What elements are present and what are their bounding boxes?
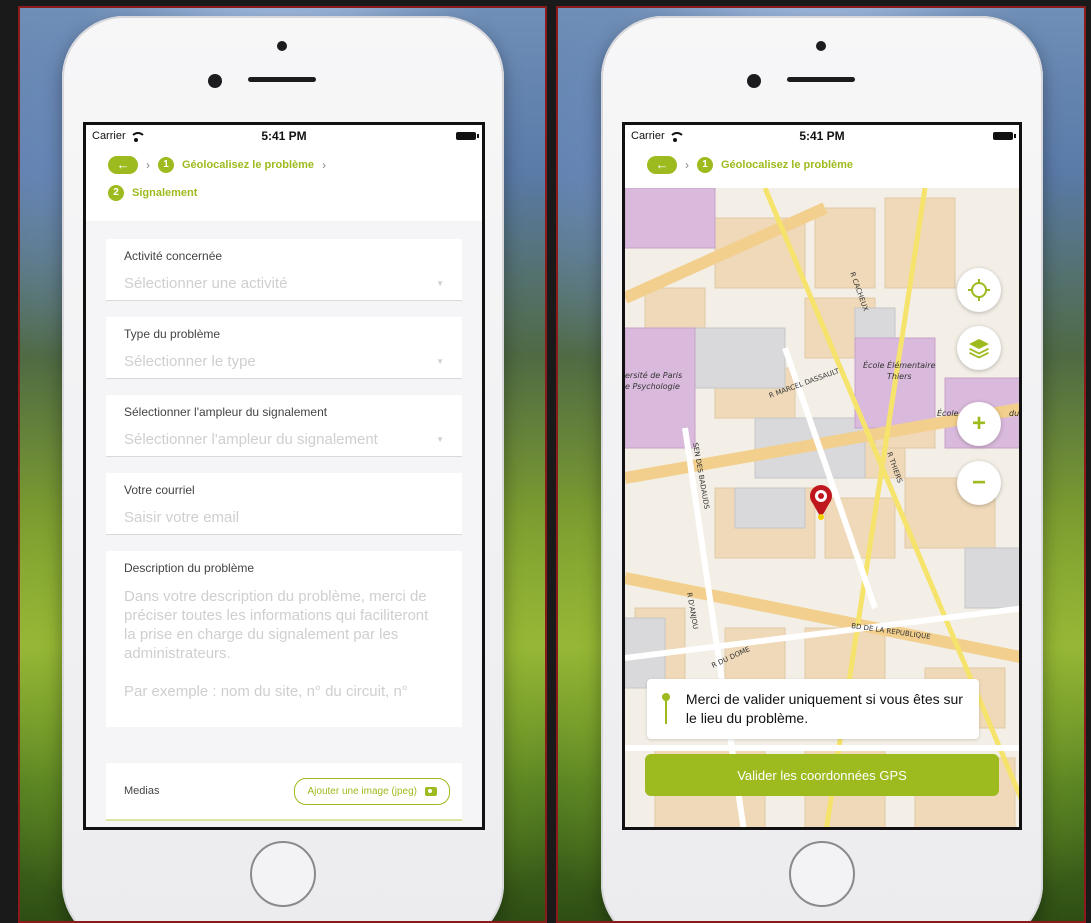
right-panel: Carrier 5:41 PM ← › 1 Géolocalisez le pr… xyxy=(556,6,1086,923)
zoom-out-button[interactable]: − xyxy=(957,461,1001,505)
breadcrumb: ← › 1 Géolocalisez le problème › 2 Signa… xyxy=(86,147,482,207)
carrier-label: Carrier xyxy=(631,130,665,142)
description-placeholder: Dans votre description du problème, merc… xyxy=(124,588,429,662)
layers-button[interactable] xyxy=(957,326,1001,370)
activity-select[interactable]: Activité concernée Sélectionner une acti… xyxy=(106,239,462,301)
sensor xyxy=(816,41,826,51)
field-label: Activité concernée xyxy=(124,249,223,263)
wifi-icon xyxy=(129,131,146,142)
phone-frame: Carrier 5:41 PM ← › 1 Géolocalisez le pr… xyxy=(601,16,1043,921)
map-label: e Psychologie xyxy=(625,382,680,391)
camera xyxy=(747,74,761,88)
field-placeholder: Saisir votre email xyxy=(124,509,240,526)
field-label: Type du problème xyxy=(124,327,221,341)
status-bar: Carrier 5:41 PM xyxy=(86,125,482,147)
map-label: ersité de Paris xyxy=(625,370,682,380)
add-image-button[interactable]: Ajouter une image (jpeg) xyxy=(294,777,450,805)
locate-button[interactable] xyxy=(957,268,1001,312)
description-field[interactable]: Description du problème Dans votre descr… xyxy=(106,551,462,727)
step-number: 1 xyxy=(158,157,174,173)
camera-icon xyxy=(425,786,437,796)
sensor xyxy=(277,41,287,51)
media-bar: Medias Ajouter une image (jpeg) xyxy=(106,763,462,821)
map-view[interactable]: R CACHEUX ersité de Paris e Psychologie … xyxy=(625,188,1019,827)
zoom-in-button[interactable]: + xyxy=(957,402,1001,446)
battery-icon xyxy=(456,132,479,140)
form-screen: Carrier 5:41 PM ← › 1 Géolocalisez le pr… xyxy=(83,122,485,830)
status-bar: Carrier 5:41 PM xyxy=(625,125,1019,147)
wifi-icon xyxy=(668,131,685,142)
field-label: Description du problème xyxy=(124,561,255,575)
scope-select[interactable]: Sélectionner l'ampleur du signalement Sé… xyxy=(106,395,462,457)
layers-icon xyxy=(969,339,989,359)
form-area: Activité concernée Sélectionner une acti… xyxy=(86,221,482,827)
map-label: du xyxy=(1009,409,1019,418)
location-notice: Merci de valider uniquement si vous êtes… xyxy=(647,679,979,739)
field-placeholder: Sélectionner le type xyxy=(124,353,256,370)
breadcrumb: ← › 1 Géolocalisez le problème xyxy=(625,147,1019,179)
pin-icon xyxy=(661,693,670,725)
caret-down-icon: ▼ xyxy=(436,357,444,366)
minus-icon: − xyxy=(971,469,986,496)
speaker xyxy=(787,77,855,82)
caret-down-icon: ▼ xyxy=(436,435,444,444)
battery-icon xyxy=(993,132,1016,140)
map-label: École Élémentaire xyxy=(863,359,936,370)
field-placeholder: Sélectionner une activité xyxy=(124,275,288,292)
map-label: École xyxy=(937,407,959,418)
home-button[interactable] xyxy=(789,841,855,907)
crosshair-icon xyxy=(968,279,990,301)
step-number: 1 xyxy=(697,157,713,173)
field-label: Votre courriel xyxy=(124,483,195,497)
step-geolocate[interactable]: Géolocalisez le problème xyxy=(721,151,853,179)
description-placeholder-example: Par exemple : nom du site, n° du circuit… xyxy=(124,683,408,700)
step-geolocate[interactable]: Géolocalisez le problème xyxy=(182,151,314,179)
step-report[interactable]: Signalement xyxy=(132,179,197,207)
carrier-label: Carrier xyxy=(92,130,126,142)
field-placeholder: Sélectionner l'ampleur du signalement xyxy=(124,431,378,448)
plus-icon: + xyxy=(971,410,986,437)
camera xyxy=(208,74,222,88)
media-label: Medias xyxy=(124,785,160,797)
validate-gps-button[interactable]: Valider les coordonnées GPS xyxy=(645,754,999,796)
map-screen: Carrier 5:41 PM ← › 1 Géolocalisez le pr… xyxy=(622,122,1022,830)
map-label: Thiers xyxy=(887,372,912,381)
back-button[interactable]: ← xyxy=(647,156,677,174)
caret-down-icon: ▼ xyxy=(436,279,444,288)
home-button[interactable] xyxy=(250,841,316,907)
notice-text: Merci de valider uniquement si vous êtes… xyxy=(685,691,963,726)
back-button[interactable]: ← xyxy=(108,156,138,174)
left-panel: Carrier 5:41 PM ← › 1 Géolocalisez le pr… xyxy=(18,6,547,923)
chevron-right-icon: › xyxy=(685,158,689,172)
chevron-right-icon: › xyxy=(322,158,327,172)
step-number: 2 xyxy=(108,185,124,201)
add-image-label: Ajouter une image (jpeg) xyxy=(307,785,417,797)
email-field[interactable]: Votre courriel Saisir votre email xyxy=(106,473,462,535)
field-label: Sélectionner l'ampleur du signalement xyxy=(124,405,328,419)
chevron-right-icon: › xyxy=(146,158,150,172)
speaker xyxy=(248,77,316,82)
phone-frame: Carrier 5:41 PM ← › 1 Géolocalisez le pr… xyxy=(62,16,504,921)
type-select[interactable]: Type du problème Sélectionner le type ▼ xyxy=(106,317,462,379)
